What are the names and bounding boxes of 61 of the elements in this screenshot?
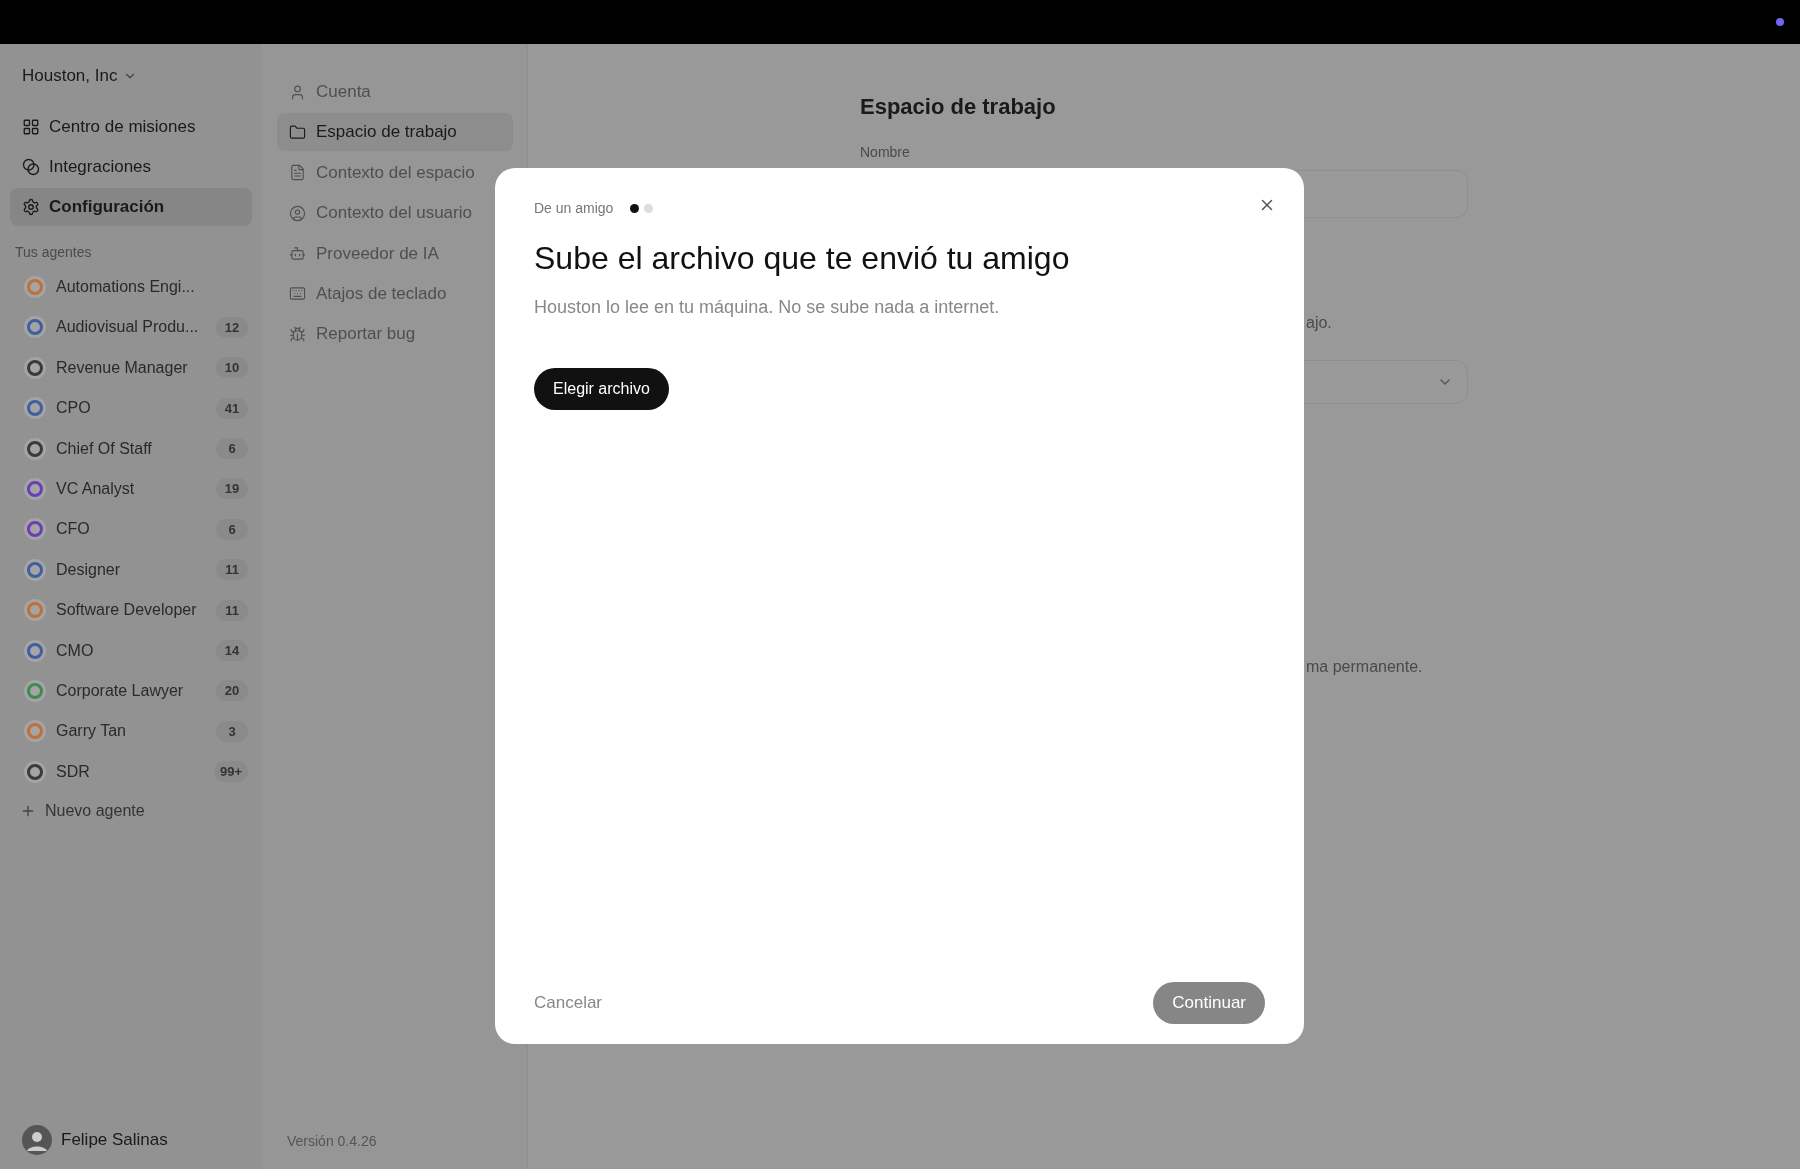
workspace-switcher[interactable]: Houston, Inc (10, 60, 150, 92)
settings-nav-item[interactable]: Reportar bug (277, 315, 513, 354)
agent-item[interactable]: Revenue Manager 10 (10, 348, 252, 387)
count-badge: 11 (216, 599, 248, 621)
document-icon (289, 164, 306, 182)
settings-nav-item[interactable]: Contexto del usuario (277, 194, 513, 233)
agent-item[interactable]: CPO 41 (10, 389, 252, 428)
keyboard-icon (289, 285, 306, 303)
avatar-icon (22, 1125, 52, 1155)
nav-item[interactable]: Configuración (10, 188, 252, 226)
bug-icon (289, 325, 306, 343)
agent-item[interactable]: Designer 11 (10, 550, 252, 589)
folder-icon (289, 123, 306, 141)
agent-item[interactable]: Audiovisual Produ... 12 (10, 308, 252, 347)
count-badge: 19 (216, 478, 248, 500)
count-badge: 3 (216, 720, 248, 742)
nav-item[interactable]: Centro de misiones (10, 108, 252, 146)
count-badge: 99+ (213, 761, 248, 783)
count-badge: 14 (216, 640, 248, 661)
overlapping-circles-icon (22, 158, 40, 176)
count-badge: 6 (216, 438, 248, 460)
dialog-title: Sube el archivo que te envió tu amigo (534, 240, 1071, 277)
agent-item[interactable]: Automations Engi... (10, 268, 252, 306)
settings-nav-item[interactable]: Contexto del espacio (277, 153, 513, 192)
description-text: ajo. (1305, 314, 1333, 332)
warning-text: ma permanente. (1305, 658, 1424, 676)
choose-file-button[interactable]: Elegir archivo (534, 368, 669, 410)
settings-nav-item[interactable]: Cuenta (277, 73, 513, 111)
count-badge: 11 (216, 559, 248, 581)
count-badge: 6 (216, 518, 248, 540)
settings-icon (22, 198, 40, 216)
settings-nav-item[interactable]: Atajos de teclado (277, 274, 513, 313)
user-icon (289, 83, 306, 101)
user-profile[interactable]: Felipe Salinas (10, 1125, 252, 1155)
count-badge: 10 (216, 357, 248, 379)
agent-item[interactable]: Software Developer 11 (10, 591, 252, 630)
grid-icon (22, 118, 40, 136)
field-label: Nombre (860, 144, 911, 160)
user-circle-icon (289, 204, 306, 222)
dialog-subtitle: Houston lo lee en tu máquina. No se sube nada a internet. (534, 297, 1001, 318)
settings-nav-item[interactable]: Espacio de trabajo (277, 113, 513, 152)
dialog-eyebrow: De un amigo (534, 200, 614, 216)
section-heading: Tus agentes (14, 244, 93, 260)
settings-nav-item[interactable]: Proveedor de IA (277, 234, 513, 273)
page-title: Espacio de trabajo (860, 94, 1057, 120)
cancel-button[interactable]: Cancelar (534, 993, 603, 1013)
count-badge: 20 (216, 680, 248, 702)
version-label: Versión 0.4.26 (286, 1133, 378, 1149)
agent-item[interactable]: CFO 6 (10, 510, 252, 549)
robot-icon (289, 245, 306, 263)
agent-item[interactable]: Garry Tan 3 (10, 712, 252, 751)
count-badge: 41 (216, 397, 248, 419)
count-badge: 12 (216, 316, 248, 338)
agent-item[interactable]: VC Analyst 19 (10, 469, 252, 508)
new-agent-button[interactable]: Nuevo agente (10, 793, 252, 830)
agent-item[interactable]: CMO 14 (10, 631, 252, 670)
nav-item[interactable]: Integraciones (10, 148, 252, 186)
agent-item[interactable]: SDR 99+ (10, 752, 252, 791)
agent-item[interactable]: Chief Of Staff 6 (10, 429, 252, 468)
agent-item[interactable]: Corporate Lawyer 20 (10, 671, 252, 710)
status-dot-icon (1776, 18, 1784, 26)
